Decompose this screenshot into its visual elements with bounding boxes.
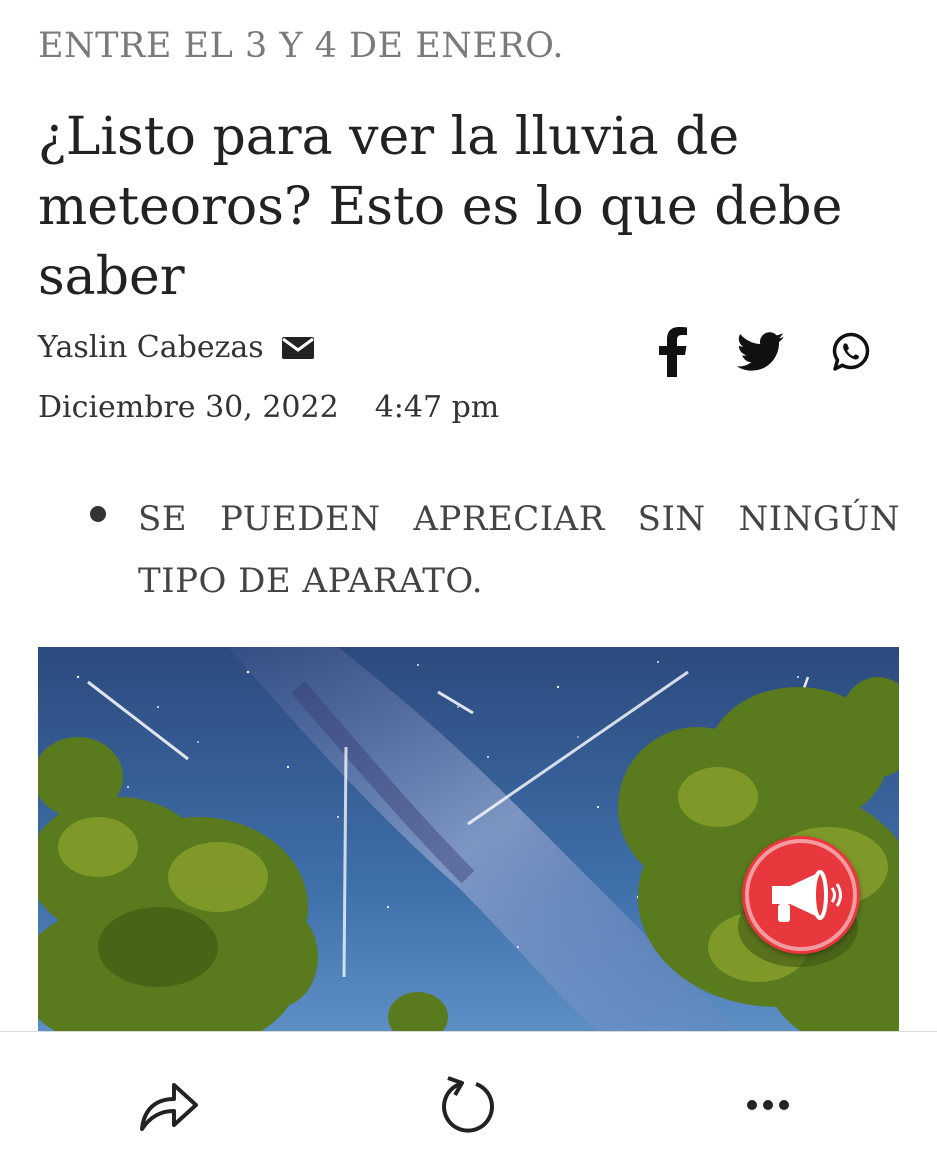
share-button[interactable]	[134, 1070, 204, 1140]
summary-list: SE PUEDEN APRECIAR SIN NINGÚN TIPO DE AP…	[90, 488, 900, 612]
facebook-icon	[659, 327, 687, 377]
whatsapp-icon	[832, 332, 870, 371]
byline: Yaslin Cabezas	[38, 330, 314, 365]
time-text: 4:47 pm	[374, 390, 500, 425]
kicker: ENTRE EL 3 Y 4 DE ENERO.	[38, 26, 565, 66]
refresh-icon	[442, 1076, 494, 1133]
whatsapp-share-button[interactable]	[826, 326, 876, 378]
bottom-toolbar	[0, 1031, 937, 1172]
summary-text: SE PUEDEN APRECIAR SIN NINGÚN TIPO DE AP…	[138, 499, 900, 601]
more-icon	[747, 1100, 789, 1110]
bullet-dot	[90, 506, 106, 522]
listen-audio-button[interactable]	[742, 836, 860, 954]
facebook-share-button[interactable]	[648, 326, 698, 378]
more-options-button[interactable]	[733, 1070, 803, 1140]
share-icon	[140, 1083, 198, 1131]
article-title: ¿Listo para ver la lluvia de meteoros? E…	[38, 107, 843, 307]
twitter-icon	[737, 332, 785, 371]
mail-icon[interactable]	[281, 336, 314, 359]
reload-button[interactable]	[433, 1070, 503, 1140]
publish-date: Diciembre 30, 2022 4:47 pm	[38, 390, 499, 425]
author-name[interactable]: Yaslin Cabezas	[38, 330, 264, 365]
list-item: SE PUEDEN APRECIAR SIN NINGÚN TIPO DE AP…	[90, 488, 900, 612]
twitter-share-button[interactable]	[736, 326, 786, 378]
date-text: Diciembre 30, 2022	[38, 390, 339, 425]
megaphone-icon	[745, 839, 857, 951]
